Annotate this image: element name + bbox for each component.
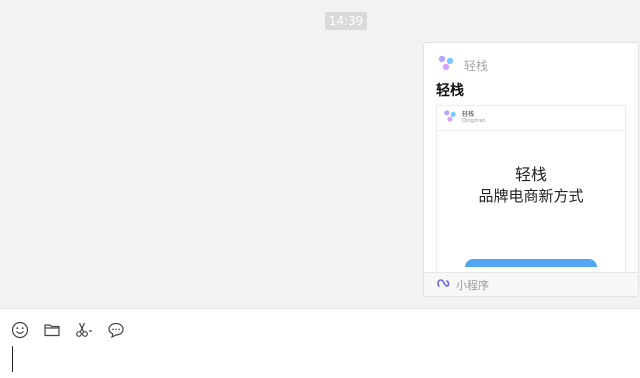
- preview-brand-name: 轻栈: [462, 111, 475, 118]
- mini-program-card[interactable]: 轻栈 轻栈 轻栈 Qingzhan 轻栈 品牌电商新方式 小程序: [423, 42, 639, 297]
- emoji-icon[interactable]: [10, 320, 30, 340]
- card-app-name: 轻栈: [464, 58, 489, 73]
- card-title: 轻栈: [436, 83, 464, 99]
- card-header: 轻栈: [436, 55, 488, 75]
- app-logo-icon: [436, 53, 456, 77]
- mini-program-label: 小程序: [456, 278, 489, 292]
- text-cursor: [12, 346, 13, 372]
- preview-brand: 轻栈 Qingzhan: [462, 111, 486, 125]
- preview-cta-bar: [465, 259, 597, 267]
- scissors-icon[interactable]: [74, 320, 94, 340]
- message-timestamp: 14:39: [325, 12, 367, 30]
- preview-slogan: 品牌电商新方式: [478, 187, 584, 205]
- folder-icon[interactable]: [42, 320, 62, 340]
- preview-brand-subtitle: Qingzhan: [462, 118, 486, 124]
- chat-history: 14:39 轻栈 轻栈 轻栈 Qingzhan 轻栈 品牌电商新方式 小程序: [0, 0, 640, 308]
- chat-bubble-icon[interactable]: [106, 320, 126, 340]
- message-input-area[interactable]: [0, 309, 640, 378]
- preview-headline: 轻栈: [514, 165, 547, 184]
- card-preview-image: 轻栈 Qingzhan 轻栈 品牌电商新方式: [436, 105, 626, 296]
- input-toolbar: [10, 320, 126, 340]
- preview-header: 轻栈 Qingzhan: [437, 106, 625, 131]
- mini-program-icon: [436, 275, 450, 294]
- preview-logo-icon: [442, 108, 458, 128]
- card-footer: 小程序: [424, 272, 638, 296]
